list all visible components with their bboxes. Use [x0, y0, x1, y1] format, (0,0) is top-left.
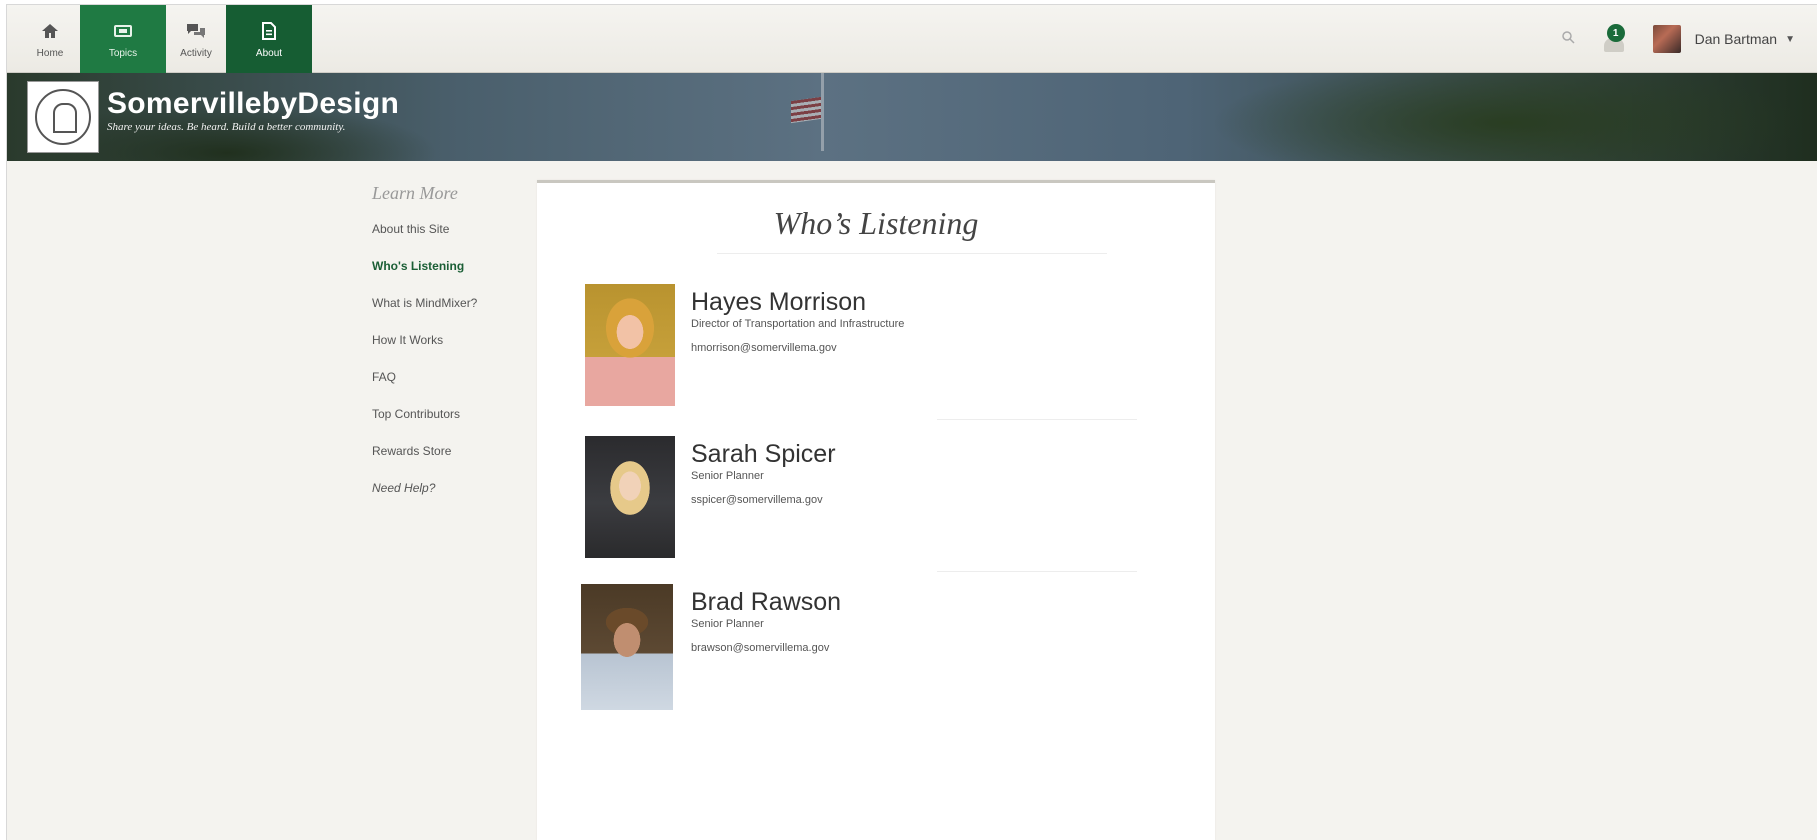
divider: [937, 419, 1137, 420]
person-name: Brad Rawson: [691, 588, 842, 616]
seal-icon: [35, 89, 91, 145]
nav-tab-label: Home: [36, 47, 64, 59]
learn-more-menu: Learn More About this Site Who's Listeni…: [372, 183, 522, 518]
person-email[interactable]: brawson@somervillema.gov: [691, 642, 829, 654]
person-email[interactable]: sspicer@somervillema.gov: [691, 494, 823, 506]
user-name[interactable]: Dan Bartman: [1695, 31, 1777, 47]
notification-badge: 1: [1606, 24, 1625, 42]
nav-tab-label: About: [255, 47, 283, 59]
content-card: Who’s Listening Hayes Morrison Director …: [537, 180, 1215, 840]
menu-item-top-contributors[interactable]: Top Contributors: [372, 407, 522, 444]
person-photo: [581, 584, 673, 710]
menu-item-rewards-store[interactable]: Rewards Store: [372, 444, 522, 481]
divider: [717, 253, 1107, 254]
person-photo: [585, 436, 675, 558]
notifications-button[interactable]: 1: [1601, 24, 1627, 54]
activity-icon: [185, 20, 207, 42]
person-name: Sarah Spicer: [691, 440, 836, 468]
person-photo: [585, 284, 675, 406]
page-title: Who’s Listening: [773, 205, 979, 241]
person-name: Hayes Morrison: [691, 288, 867, 316]
topics-icon: [112, 20, 134, 42]
menu-item-whos-listening[interactable]: Who's Listening: [372, 259, 522, 296]
menu-item-faq[interactable]: FAQ: [372, 370, 522, 407]
person-title: Director of Transportation and Infrastru…: [691, 318, 905, 330]
nav-tab-about[interactable]: About: [226, 5, 312, 73]
site-title[interactable]: SomervillebyDesign: [107, 87, 399, 121]
menu-item-mindmixer[interactable]: What is MindMixer?: [372, 296, 522, 333]
search-icon[interactable]: [1561, 30, 1579, 48]
person-title: Senior Planner: [691, 618, 764, 630]
menu-item-how-it-works[interactable]: How It Works: [372, 333, 522, 370]
person-title: Senior Planner: [691, 470, 764, 482]
menu-heading: Learn More: [372, 183, 458, 203]
app-frame: Home Topics Activity About 1 Dan Bartman…: [6, 4, 1817, 840]
home-icon: [39, 20, 61, 42]
flag-decoration: [791, 96, 821, 124]
flagpole-decoration: [821, 73, 824, 151]
menu-item-need-help[interactable]: Need Help?: [372, 481, 522, 518]
user-area: 1 Dan Bartman ▼: [1561, 5, 1795, 73]
menu-item-about-site[interactable]: About this Site: [372, 222, 522, 259]
nav-tab-label: Topics: [108, 47, 138, 59]
top-nav: Home Topics Activity About 1 Dan Bartman…: [7, 5, 1817, 73]
site-tagline: Share your ideas. Be heard. Build a bett…: [107, 121, 346, 133]
chevron-down-icon[interactable]: ▼: [1785, 34, 1795, 45]
avatar[interactable]: [1652, 25, 1681, 53]
about-icon: [258, 20, 280, 42]
nav-tab-label: Activity: [180, 47, 212, 59]
site-banner: SomervillebyDesign Share your ideas. Be …: [7, 73, 1817, 161]
person-email[interactable]: hmorrison@somervillema.gov: [691, 342, 837, 354]
divider: [937, 571, 1137, 572]
city-seal-logo[interactable]: [27, 81, 99, 153]
